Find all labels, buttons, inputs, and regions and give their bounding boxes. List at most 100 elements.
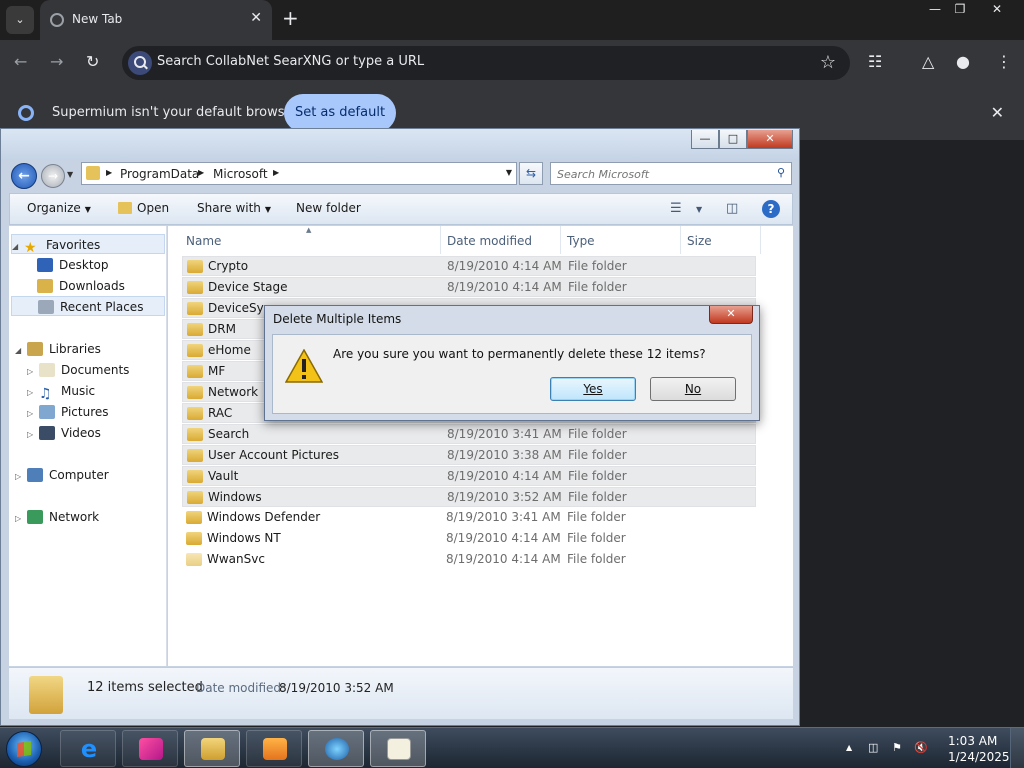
- yes-button[interactable]: Yes: [550, 377, 636, 401]
- nav-network[interactable]: ▷ Network: [15, 507, 99, 527]
- address-bar[interactable]: ▶ ProgramData ▶ Microsoft ▶ ▼: [81, 162, 517, 185]
- folder-icon: [187, 470, 203, 483]
- breadcrumb-programdata[interactable]: ProgramData: [120, 167, 199, 181]
- nav-libraries[interactable]: ◢ Libraries: [15, 339, 101, 359]
- explorer-maximize-button[interactable]: □: [719, 130, 747, 149]
- explorer-titlebar[interactable]: — □ ✕: [1, 129, 799, 159]
- back-arrow-icon[interactable]: ←: [14, 52, 27, 71]
- new-folder-button[interactable]: New folder: [296, 201, 361, 215]
- explorer-search-input[interactable]: [557, 166, 767, 182]
- show-hidden-icons-arrow-icon[interactable]: ▲: [846, 743, 852, 752]
- file-row[interactable]: Search 8/19/2010 3:41 AM File folder: [182, 424, 756, 444]
- change-view-icon[interactable]: ☰: [670, 201, 682, 216]
- open-button[interactable]: Open: [118, 201, 169, 215]
- file-row[interactable]: Windows Defender 8/19/2010 3:41 AM File fo…: [182, 508, 756, 528]
- nav-computer[interactable]: ▷ Computer: [15, 465, 109, 485]
- breadcrumb-separator-icon[interactable]: ▶: [273, 168, 279, 177]
- labs-flask-icon[interactable]: △: [922, 52, 934, 71]
- browser-close-button[interactable]: ✕: [980, 0, 1014, 20]
- organize-button[interactable]: Organize ▼: [27, 201, 91, 215]
- file-name: Vault: [208, 469, 239, 483]
- history-dropdown-icon[interactable]: ▼: [67, 170, 73, 179]
- action-center-flag-icon[interactable]: ⚑: [892, 741, 902, 754]
- explorer-forward-button[interactable]: →: [41, 164, 65, 188]
- file-row[interactable]: Crypto 8/19/2010 4:14 AM File folder: [182, 256, 756, 276]
- nav-pictures[interactable]: ▷ Pictures: [27, 402, 109, 422]
- nav-music[interactable]: ▷ ♫ Music: [27, 381, 95, 403]
- infobar-close-icon[interactable]: ✕: [991, 103, 1004, 122]
- omnibox[interactable]: Search CollabNet SearXNG or type a URL ☆: [122, 46, 850, 80]
- file-row[interactable]: Windows NT 8/19/2010 4:14 AM File folder: [182, 529, 756, 549]
- taskbar-windows-explorer[interactable]: [184, 730, 240, 767]
- explorer-close-button[interactable]: ✕: [747, 130, 793, 149]
- breadcrumb-separator-icon[interactable]: ▶: [198, 168, 204, 177]
- share-with-button[interactable]: Share with ▼: [197, 201, 271, 215]
- command-bar: Organize ▼ Open Share with ▼ New folder ☰ …: [9, 193, 793, 225]
- dialog-close-button[interactable]: ✕: [709, 306, 753, 324]
- preview-pane-icon[interactable]: ◫: [726, 201, 738, 216]
- column-divider[interactable]: [560, 226, 561, 254]
- bookmark-star-icon[interactable]: ☆: [820, 52, 836, 73]
- desktop-icon: [37, 258, 53, 272]
- taskbar-tiff-viewer[interactable]: [370, 730, 426, 767]
- collapse-arrow-icon[interactable]: ▷: [27, 362, 39, 382]
- address-dropdown-icon[interactable]: ▼: [506, 168, 512, 177]
- breadcrumb-separator-icon[interactable]: ▶: [106, 168, 112, 177]
- search-icon[interactable]: ⚲: [777, 166, 785, 179]
- collapse-arrow-icon[interactable]: ▷: [27, 404, 39, 424]
- column-divider[interactable]: [440, 226, 441, 254]
- column-divider[interactable]: [680, 226, 681, 254]
- volume-muted-icon[interactable]: 🔇: [914, 741, 928, 754]
- file-row[interactable]: Device Stage 8/19/2010 4:14 AM File folder: [182, 277, 756, 297]
- file-row[interactable]: WwanSvc 8/19/2010 4:14 AM File folder: [182, 550, 756, 570]
- file-row[interactable]: User Account Pictures 8/19/2010 3:38 AM Fi…: [182, 445, 756, 465]
- taskbar-pink-app[interactable]: [122, 730, 178, 767]
- no-button[interactable]: No: [650, 377, 736, 401]
- nav-documents[interactable]: ▷ Documents: [27, 360, 129, 380]
- column-divider[interactable]: [760, 226, 761, 254]
- file-row[interactable]: Windows 8/19/2010 3:52 AM File folder: [182, 487, 756, 507]
- browser-restore-button[interactable]: ❐: [943, 0, 977, 20]
- collapse-arrow-icon[interactable]: ▷: [27, 425, 39, 445]
- nav-recent-places[interactable]: Recent Places: [11, 296, 165, 316]
- taskbar-internet-explorer[interactable]: e: [60, 730, 116, 767]
- taskbar-browser[interactable]: [308, 730, 364, 767]
- help-icon[interactable]: ?: [762, 200, 780, 218]
- nav-videos[interactable]: ▷ Videos: [27, 423, 101, 443]
- taskbar-media-player[interactable]: [246, 730, 302, 767]
- menu-kebab-icon[interactable]: ⋮: [996, 52, 1012, 71]
- collapse-arrow-icon[interactable]: ▷: [15, 467, 27, 487]
- refresh-button[interactable]: ⇆: [519, 162, 543, 185]
- explorer-minimize-button[interactable]: —: [691, 130, 719, 149]
- clock-time[interactable]: 1:03 AM: [948, 734, 997, 748]
- collapse-arrow-icon[interactable]: ▷: [15, 509, 27, 529]
- tab-close-icon[interactable]: ✕: [250, 10, 262, 26]
- tab-new-tab[interactable]: New Tab ✕: [40, 0, 272, 40]
- nav-desktop[interactable]: Desktop: [37, 255, 109, 275]
- collapse-arrow-icon[interactable]: ▷: [27, 383, 39, 403]
- new-tab-button[interactable]: +: [282, 8, 299, 28]
- network-tray-icon[interactable]: ◫: [868, 741, 878, 754]
- expand-arrow-icon[interactable]: ◢: [12, 237, 24, 257]
- extensions-puzzle-icon[interactable]: ☷: [868, 52, 882, 71]
- explorer-back-button[interactable]: ←: [11, 163, 37, 189]
- view-dropdown-icon[interactable]: ▼: [696, 205, 702, 214]
- column-header-date-modified[interactable]: Date modified: [447, 234, 532, 248]
- column-header-type[interactable]: Type: [567, 234, 595, 248]
- expand-arrow-icon[interactable]: ◢: [15, 341, 27, 361]
- tab-search-chevron-icon[interactable]: ⌄: [6, 6, 34, 34]
- nav-downloads[interactable]: Downloads: [37, 276, 125, 296]
- reload-icon[interactable]: ↻: [86, 52, 99, 71]
- forward-arrow-icon[interactable]: →: [50, 52, 63, 71]
- nav-favorites[interactable]: ◢ ★ Favorites: [11, 234, 165, 257]
- file-row[interactable]: Vault 8/19/2010 4:14 AM File folder: [182, 466, 756, 486]
- profile-avatar-icon[interactable]: ●: [956, 52, 970, 71]
- set-as-default-button[interactable]: Set as default: [284, 94, 396, 132]
- show-desktop-button[interactable]: [1010, 728, 1024, 768]
- file-type: File folder: [567, 552, 626, 566]
- start-button[interactable]: [6, 731, 42, 767]
- column-header-name[interactable]: Name: [186, 234, 221, 248]
- breadcrumb-microsoft[interactable]: Microsoft: [213, 167, 268, 181]
- clock-date[interactable]: 1/24/2025: [948, 750, 1010, 764]
- column-header-size[interactable]: Size: [687, 234, 712, 248]
